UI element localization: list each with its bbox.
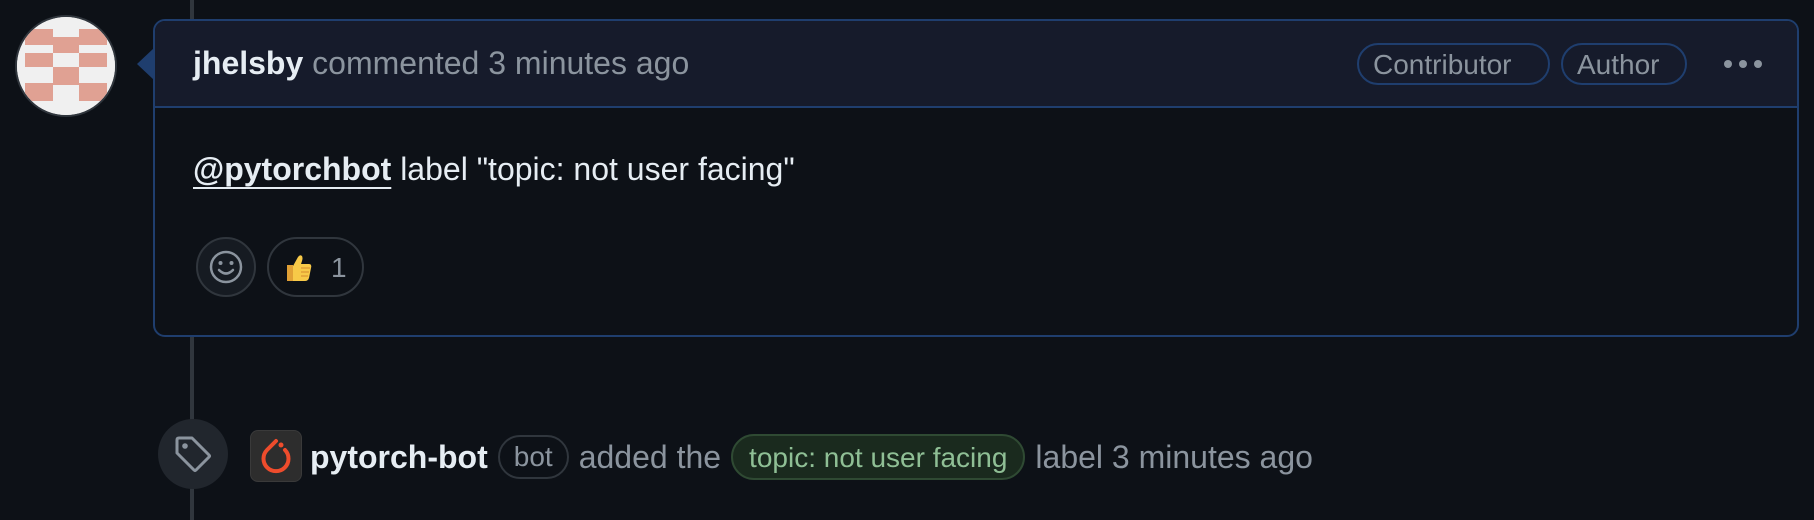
comment-header: jhelsby commented 3 minutes ago Contribu…	[155, 21, 1797, 108]
event-suffix: label 3 minutes ago	[1035, 438, 1313, 475]
pytorch-logo-icon	[261, 439, 291, 474]
author-badge: Author	[1561, 43, 1687, 85]
event-action: added the	[578, 438, 722, 475]
comment-menu-button[interactable]	[1710, 43, 1770, 85]
comment-timestamp[interactable]: 3 minutes ago	[488, 45, 689, 81]
comment-card: jhelsby commented 3 minutes ago Contribu…	[153, 19, 1799, 337]
bot-badge: bot	[497, 435, 569, 479]
issue-label[interactable]: topic: not user facing	[731, 434, 1026, 480]
comment-body-text: label "topic: not user facing"	[391, 151, 795, 187]
identicon	[17, 17, 115, 115]
timeline: jhelsby commented 3 minutes ago Contribu…	[0, 0, 1814, 520]
event-badge	[158, 419, 228, 489]
tag-icon	[175, 436, 211, 472]
comment-pointer	[137, 48, 154, 80]
bot-avatar[interactable]	[250, 430, 302, 482]
avatar[interactable]	[17, 17, 115, 115]
kebab-horizontal-icon	[1724, 60, 1762, 68]
comment-author-line: jhelsby commented 3 minutes ago	[193, 45, 689, 82]
event-actor-link[interactable]: pytorch-bot	[310, 439, 488, 476]
comment-action: commented	[312, 45, 480, 81]
comment-author-link[interactable]: jhelsby	[193, 45, 303, 81]
reaction-count: 1	[331, 252, 347, 283]
user-mention-link[interactable]: @pytorchbot	[193, 151, 391, 187]
contributor-badge: Contributor	[1357, 43, 1550, 85]
comment-body: @pytorchbot label "topic: not user facin…	[193, 151, 795, 188]
thumbs-up-reaction-button[interactable]: 1	[267, 237, 364, 297]
add-reaction-button[interactable]	[196, 237, 256, 297]
smiley-icon	[209, 250, 243, 284]
thumbs-up-icon	[287, 255, 312, 281]
label-event-line: pytorch-bot bot added the topic: not use…	[310, 433, 1313, 481]
